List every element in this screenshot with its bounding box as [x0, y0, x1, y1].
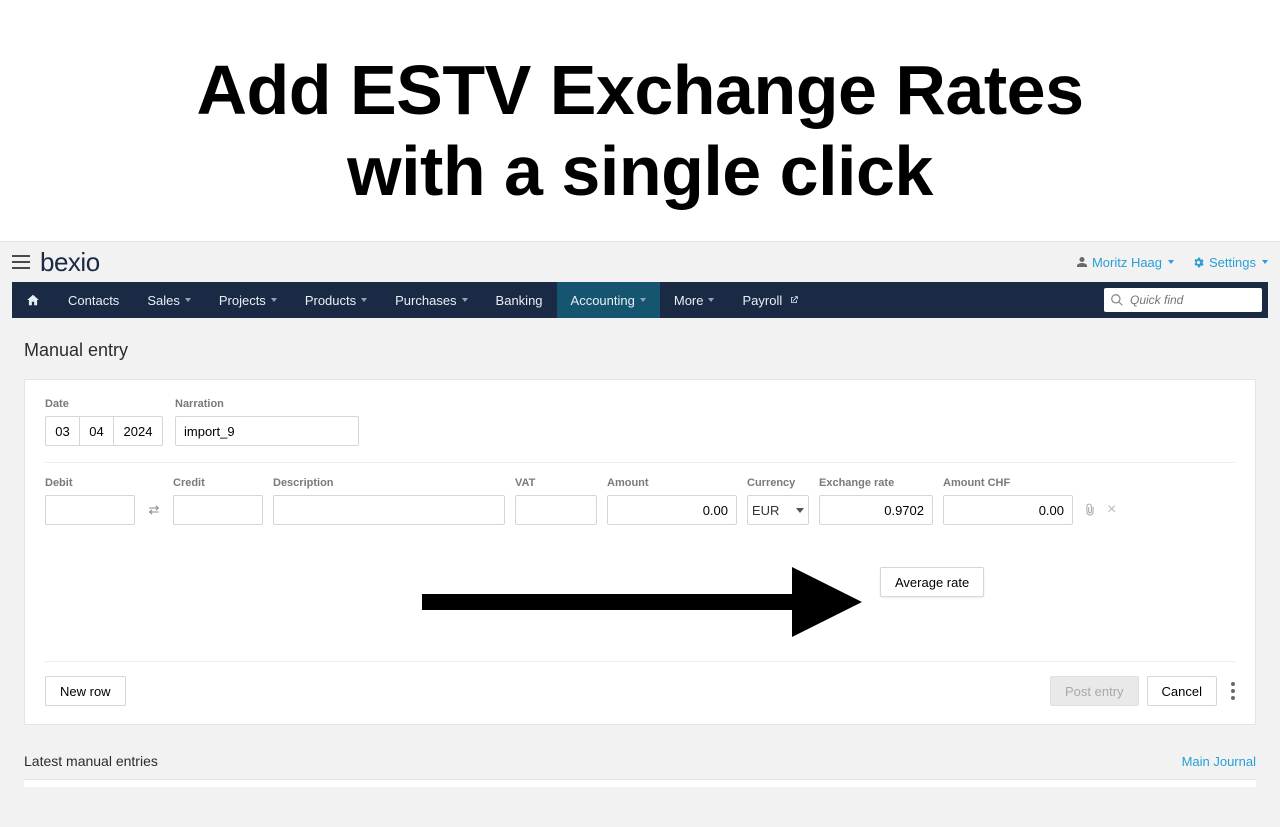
arrow-icon — [422, 567, 862, 637]
amount-label: Amount — [607, 477, 737, 489]
debit-input[interactable] — [45, 495, 135, 525]
divider — [45, 462, 1235, 463]
amount-field: Amount — [607, 477, 737, 525]
nav-contacts[interactable]: Contacts — [54, 282, 133, 318]
quick-find — [1104, 288, 1262, 312]
date-day-input[interactable] — [45, 416, 79, 446]
chevron-down-icon — [361, 298, 367, 302]
description-field: Description — [273, 477, 505, 525]
debit-field: Debit — [45, 477, 135, 525]
date-year-input[interactable] — [113, 416, 163, 446]
nav-payroll[interactable]: Payroll — [728, 282, 813, 318]
chevron-down-icon — [271, 298, 277, 302]
nav-more[interactable]: More — [660, 282, 729, 318]
narration-field: Narration — [175, 398, 359, 446]
page-title: Manual entry — [24, 340, 1256, 361]
date-month-input[interactable] — [79, 416, 113, 446]
date-field: Date — [45, 398, 163, 446]
latest-entries-heading: Latest manual entries — [24, 753, 158, 769]
debit-label: Debit — [45, 477, 135, 489]
chevron-down-icon — [796, 508, 804, 513]
page-body: Manual entry Date Narration — [0, 318, 1280, 725]
entry-card: Date Narration Debit — [24, 379, 1256, 725]
vat-field: VAT — [515, 477, 597, 525]
credit-field: Credit — [173, 477, 263, 525]
credit-label: Credit — [173, 477, 263, 489]
narration-input[interactable] — [175, 416, 359, 446]
chevron-down-icon — [708, 298, 714, 302]
hamburger-icon[interactable] — [12, 255, 30, 269]
nav-purchases[interactable]: Purchases — [381, 282, 481, 318]
amount-chf-input[interactable] — [943, 495, 1073, 525]
new-row-button[interactable]: New row — [45, 676, 126, 706]
hero-headline: Add ESTV Exchange Rates with a single cl… — [0, 0, 1280, 241]
brand-logo: bexio — [40, 247, 100, 278]
nav-accounting[interactable]: Accounting — [557, 282, 660, 318]
app-window: bexio Moritz Haag Settings Contacts Sale… — [0, 241, 1280, 827]
currency-field: Currency EUR — [747, 477, 809, 525]
gear-icon — [1192, 256, 1205, 269]
attachment-icon[interactable] — [1083, 503, 1097, 517]
description-input[interactable] — [273, 495, 505, 525]
nav-products[interactable]: Products — [291, 282, 381, 318]
main-navbar: Contacts Sales Projects Products Purchas… — [12, 282, 1268, 318]
more-actions-icon[interactable] — [1231, 682, 1235, 700]
latest-entries-table — [24, 779, 1256, 787]
remove-row-icon[interactable]: × — [1107, 502, 1116, 518]
vat-label: VAT — [515, 477, 597, 489]
nav-projects[interactable]: Projects — [205, 282, 291, 318]
amount-chf-label: Amount CHF — [943, 477, 1073, 489]
chevron-down-icon — [1262, 260, 1268, 264]
quick-find-input[interactable] — [1104, 288, 1262, 312]
nav-sales[interactable]: Sales — [133, 282, 205, 318]
settings-label: Settings — [1209, 255, 1256, 270]
chevron-down-icon — [640, 298, 646, 302]
currency-select[interactable]: EUR — [747, 495, 809, 525]
credit-input[interactable] — [173, 495, 263, 525]
external-link-icon — [789, 295, 799, 305]
amount-chf-field: Amount CHF — [943, 477, 1073, 525]
chevron-down-icon — [462, 298, 468, 302]
topbar: bexio Moritz Haag Settings — [0, 242, 1280, 282]
home-icon — [26, 293, 40, 307]
search-icon — [1110, 293, 1124, 307]
nav-home[interactable] — [12, 282, 54, 318]
amount-input[interactable] — [607, 495, 737, 525]
nav-banking[interactable]: Banking — [482, 282, 557, 318]
date-label: Date — [45, 398, 163, 410]
annotation-arrow — [45, 567, 880, 637]
user-menu[interactable]: Moritz Haag — [1076, 255, 1174, 270]
average-rate-button[interactable]: Average rate — [880, 567, 984, 597]
currency-label: Currency — [747, 477, 809, 489]
settings-menu[interactable]: Settings — [1192, 255, 1268, 270]
swap-icon[interactable]: ⇄ — [145, 495, 163, 525]
user-name: Moritz Haag — [1092, 255, 1162, 270]
user-icon — [1076, 255, 1088, 269]
hero-line2: with a single click — [347, 132, 933, 210]
exchange-rate-input[interactable] — [819, 495, 933, 525]
chevron-down-icon — [185, 298, 191, 302]
vat-input[interactable] — [515, 495, 597, 525]
post-entry-button: Post entry — [1050, 676, 1139, 706]
hero-line1: Add ESTV Exchange Rates — [196, 51, 1083, 129]
main-journal-link[interactable]: Main Journal — [1182, 754, 1256, 769]
exchange-rate-label: Exchange rate — [819, 477, 933, 489]
currency-value: EUR — [752, 503, 779, 518]
narration-label: Narration — [175, 398, 359, 410]
cancel-button[interactable]: Cancel — [1147, 676, 1217, 706]
exchange-rate-field: Exchange rate — [819, 477, 933, 525]
row-actions: × — [1083, 495, 1116, 525]
description-label: Description — [273, 477, 505, 489]
chevron-down-icon — [1168, 260, 1174, 264]
